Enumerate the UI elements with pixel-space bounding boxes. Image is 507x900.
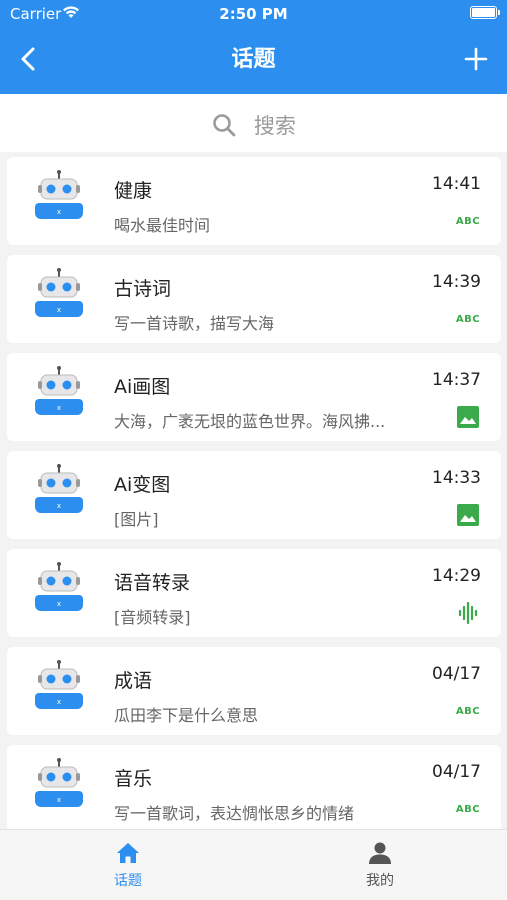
image-icon — [457, 504, 479, 526]
item-time: 04/17 — [432, 664, 481, 684]
svg-text:x: x — [57, 404, 61, 412]
item-time: 04/17 — [432, 762, 481, 782]
tab-topics[interactable]: 话题 — [88, 840, 168, 890]
item-title: Ai变图 — [114, 474, 171, 496]
tab-bar: 话题 我的 — [0, 829, 507, 900]
list-item[interactable]: x 成语 瓜田李下是什么意思 04/17 ABC — [7, 647, 501, 735]
add-icon[interactable] — [463, 45, 489, 73]
list-item[interactable]: x 语音转录 [音频转录] 14:29 — [7, 549, 501, 637]
search-icon — [213, 114, 236, 137]
item-title: 古诗词 — [114, 278, 172, 300]
item-preview: [音频转录] — [114, 608, 191, 627]
text-type-icon: ABC — [455, 215, 481, 227]
svg-text:x: x — [57, 502, 61, 510]
item-title: 成语 — [114, 670, 153, 692]
list-item[interactable]: x Ai变图 [图片] 14:33 — [7, 451, 501, 539]
svg-text:x: x — [57, 600, 61, 608]
robot-avatar-icon: x — [35, 464, 83, 513]
image-icon — [457, 406, 479, 428]
item-time: 14:37 — [432, 370, 481, 390]
item-title: Ai画图 — [114, 376, 171, 398]
item-preview: 写一首诗歌，描写大海 — [114, 314, 275, 333]
robot-avatar-icon: x — [35, 758, 83, 807]
item-preview: [图片] — [114, 510, 159, 529]
battery-icon — [470, 6, 500, 19]
home-icon — [117, 843, 139, 863]
robot-avatar-icon: x — [35, 366, 83, 415]
list-item[interactable]: x Ai画图 大海，广袤无垠的蓝色世界。海风拂... 14:37 — [7, 353, 501, 441]
item-preview: 写一首歌词，表达惆怅思乡的情绪 — [114, 804, 355, 823]
item-title: 音乐 — [114, 768, 153, 790]
list-item[interactable]: x 健康 喝水最佳时间 14:41 ABC — [7, 157, 501, 245]
svg-text:x: x — [57, 796, 61, 804]
text-type-icon: ABC — [455, 705, 481, 717]
item-time: 14:29 — [432, 566, 481, 586]
text-type-icon: ABC — [455, 313, 481, 325]
status-bar: Carrier 2:50 PM — [0, 0, 507, 30]
svg-text:x: x — [57, 698, 61, 706]
list-item[interactable]: x 音乐 写一首歌词，表达惆怅思乡的情绪 04/17 ABC — [7, 745, 501, 833]
svg-text:x: x — [57, 306, 61, 314]
item-time: 14:39 — [432, 272, 481, 292]
tab-label: 话题 — [114, 873, 142, 889]
text-type-icon: ABC — [455, 803, 481, 815]
item-time: 14:41 — [432, 174, 481, 194]
item-preview: 瓜田李下是什么意思 — [114, 706, 259, 725]
tab-me[interactable]: 我的 — [340, 840, 420, 890]
robot-avatar-icon: x — [35, 170, 83, 219]
item-preview: 喝水最佳时间 — [114, 216, 211, 235]
robot-avatar-icon: x — [35, 268, 83, 317]
person-icon — [369, 842, 391, 864]
app-header: Carrier 2:50 PM 话题 — [0, 0, 507, 94]
page-title: 话题 — [231, 47, 276, 72]
tab-label: 我的 — [366, 873, 394, 889]
robot-avatar-icon: x — [35, 562, 83, 611]
svg-text:x: x — [57, 208, 61, 216]
list-item[interactable]: x 古诗词 写一首诗歌，描写大海 14:39 ABC — [7, 255, 501, 343]
search-placeholder: 搜索 — [253, 114, 296, 138]
robot-avatar-icon: x — [35, 660, 83, 709]
search-bar[interactable]: 搜索 — [0, 94, 507, 152]
search-field[interactable]: 搜索 — [0, 110, 507, 140]
item-preview: 大海，广袤无垠的蓝色世界。海风拂... — [114, 412, 386, 431]
item-title: 健康 — [114, 180, 153, 202]
audio-wave-icon — [458, 601, 478, 625]
status-time: 2:50 PM — [219, 5, 288, 23]
item-time: 14:33 — [432, 468, 481, 488]
item-title: 语音转录 — [114, 572, 191, 594]
